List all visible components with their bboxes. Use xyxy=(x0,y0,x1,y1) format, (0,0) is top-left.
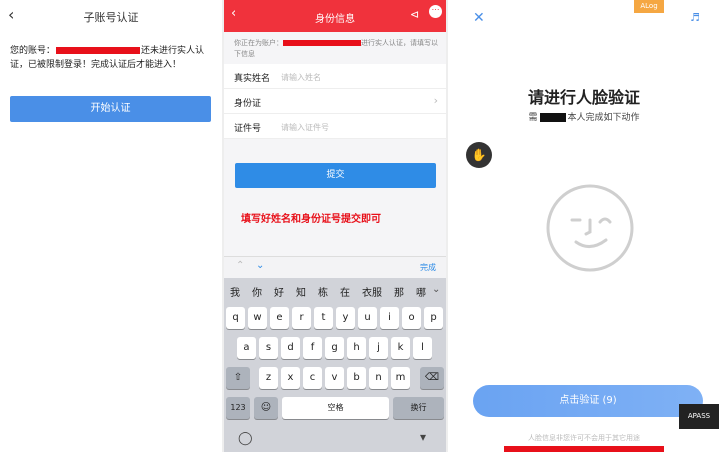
key[interactable]: o xyxy=(402,307,421,329)
done-button[interactable]: 完成 xyxy=(420,262,436,273)
chevron-down-icon[interactable]: ⌄ xyxy=(256,260,264,271)
key[interactable]: l xyxy=(413,337,432,359)
candidate[interactable]: 哪 xyxy=(416,284,426,299)
microphone-icon[interactable]: ▾ xyxy=(420,430,426,444)
apass-badge: APASS xyxy=(679,404,719,429)
notice-prefix: 你正在为账户： xyxy=(234,39,283,47)
subtitle: 需 本人完成如下动作 xyxy=(448,110,720,123)
candidate[interactable]: 那 xyxy=(394,284,404,299)
key[interactable]: f xyxy=(303,337,322,359)
key[interactable]: h xyxy=(347,337,366,359)
space-key[interactable]: 空格 xyxy=(282,397,389,419)
candidate[interactable]: 衣服 xyxy=(362,284,382,299)
redacted-account xyxy=(283,40,361,46)
keyboard-toolbar: ⌃ ⌄ 完成 xyxy=(224,256,446,278)
redacted-account xyxy=(56,47,141,54)
alog-badge: ALog xyxy=(634,0,664,13)
key[interactable]: c xyxy=(303,367,322,389)
candidate[interactable]: 好 xyxy=(274,284,284,299)
keyboard: 我 你 好 知 栋 在 衣服 那 哪 ⌄ q w e r t y u i o p… xyxy=(224,278,446,452)
identity-form: 真实姓名 请输入姓名 身份证 › 证件号 请输入证件号 xyxy=(224,64,446,139)
key[interactable]: k xyxy=(391,337,410,359)
nav-bar: ‹ 子账号认证 xyxy=(0,0,222,32)
name-label: 真实姓名 xyxy=(234,74,271,84)
start-auth-button[interactable]: 开始认证 xyxy=(10,96,211,122)
globe-icon[interactable]: ◯ xyxy=(238,431,253,446)
key[interactable]: e xyxy=(270,307,289,329)
backspace-icon[interactable]: ⌫ xyxy=(420,367,444,389)
page-title: 请进行人脸验证 xyxy=(527,88,640,107)
candidate[interactable]: 栋 xyxy=(318,284,328,299)
submit-button[interactable]: 提交 xyxy=(235,163,436,188)
redacted-name xyxy=(539,113,566,122)
name-input[interactable]: 请输入姓名 xyxy=(281,72,321,83)
key[interactable]: p xyxy=(424,307,443,329)
key[interactable]: b xyxy=(347,367,366,389)
restriction-message: 您的账号： 还未进行实人认证，已被限制登录！完成认证后才能进入！ xyxy=(10,44,215,72)
key[interactable]: x xyxy=(281,367,300,389)
key[interactable]: j xyxy=(369,337,388,359)
notice-text: 你正在为账户： 进行实人认证，请填写以下信息 xyxy=(234,38,440,60)
emoji-icon[interactable]: ☺ xyxy=(254,397,278,419)
id-type-label: 身份证 xyxy=(234,99,262,109)
header-bar: ‹ 身份信息 ⊲ ⋯ xyxy=(224,0,446,32)
key[interactable]: g xyxy=(325,337,344,359)
footer-note: 人脸信息非您许可不会用于其它用途 xyxy=(528,434,640,442)
key[interactable]: s xyxy=(259,337,278,359)
hand-icon[interactable]: ✋ xyxy=(466,142,492,168)
candidate-bar: 我 你 好 知 栋 在 衣服 那 哪 ⌄ xyxy=(224,278,446,302)
shift-icon[interactable]: ⇧ xyxy=(226,367,250,389)
name-row[interactable]: 真实姓名 请输入姓名 xyxy=(224,64,446,89)
key[interactable]: v xyxy=(325,367,344,389)
id-type-row[interactable]: 身份证 › xyxy=(224,89,446,114)
candidate[interactable]: 我 xyxy=(230,284,240,299)
identity-info-panel: ‹ 身份信息 ⊲ ⋯ 你正在为账户： 进行实人认证，请填写以下信息 真实姓名 请输… xyxy=(224,0,446,452)
instruction-hint: 填写好姓名和身份证号提交即可 xyxy=(241,214,381,225)
chevron-up-icon[interactable]: ⌃ xyxy=(236,260,244,271)
face-verify-panel: ✕ ALog ♬ 请进行人脸验证 需 本人完成如下动作 ✋ 点击验证 (9) AP… xyxy=(448,0,720,452)
chevron-down-icon[interactable]: ⌄ xyxy=(432,284,440,295)
share-icon[interactable]: ⊲ xyxy=(410,8,419,21)
page-title: 子账号认证 xyxy=(83,11,139,24)
verify-button[interactable]: 点击验证 (9) xyxy=(473,385,703,417)
face-icon xyxy=(546,184,634,272)
id-number-input[interactable]: 请输入证件号 xyxy=(281,122,329,133)
close-icon[interactable]: ✕ xyxy=(473,10,485,26)
key[interactable]: w xyxy=(248,307,267,329)
candidate[interactable]: 知 xyxy=(296,284,306,299)
id-number-row[interactable]: 证件号 请输入证件号 xyxy=(224,114,446,139)
key[interactable]: y xyxy=(336,307,355,329)
key[interactable]: z xyxy=(259,367,278,389)
key[interactable]: i xyxy=(380,307,399,329)
more-icon[interactable]: ⋯ xyxy=(429,5,442,18)
id-number-label: 证件号 xyxy=(234,124,262,134)
subtitle-prefix: 需 xyxy=(528,113,538,123)
key[interactable]: n xyxy=(369,367,388,389)
redaction-bar xyxy=(504,446,664,452)
chevron-right-icon: › xyxy=(433,94,438,107)
numbers-key[interactable]: 123 xyxy=(226,397,250,419)
speaker-icon[interactable]: ♬ xyxy=(690,11,700,24)
return-key[interactable]: 换行 xyxy=(393,397,444,419)
candidate[interactable]: 你 xyxy=(252,284,262,299)
candidate[interactable]: 在 xyxy=(340,284,350,299)
key[interactable]: d xyxy=(281,337,300,359)
key[interactable]: r xyxy=(292,307,311,329)
subtitle-suffix: 本人完成如下动作 xyxy=(567,113,640,123)
key[interactable]: t xyxy=(314,307,333,329)
message-prefix: 您的账号： xyxy=(10,46,56,56)
key[interactable]: m xyxy=(391,367,410,389)
key[interactable]: u xyxy=(358,307,377,329)
account-auth-panel: ‹ 子账号认证 您的账号： 还未进行实人认证，已被限制登录！完成认证后才能进入！ … xyxy=(0,0,222,452)
key[interactable]: a xyxy=(237,337,256,359)
key[interactable]: q xyxy=(226,307,245,329)
